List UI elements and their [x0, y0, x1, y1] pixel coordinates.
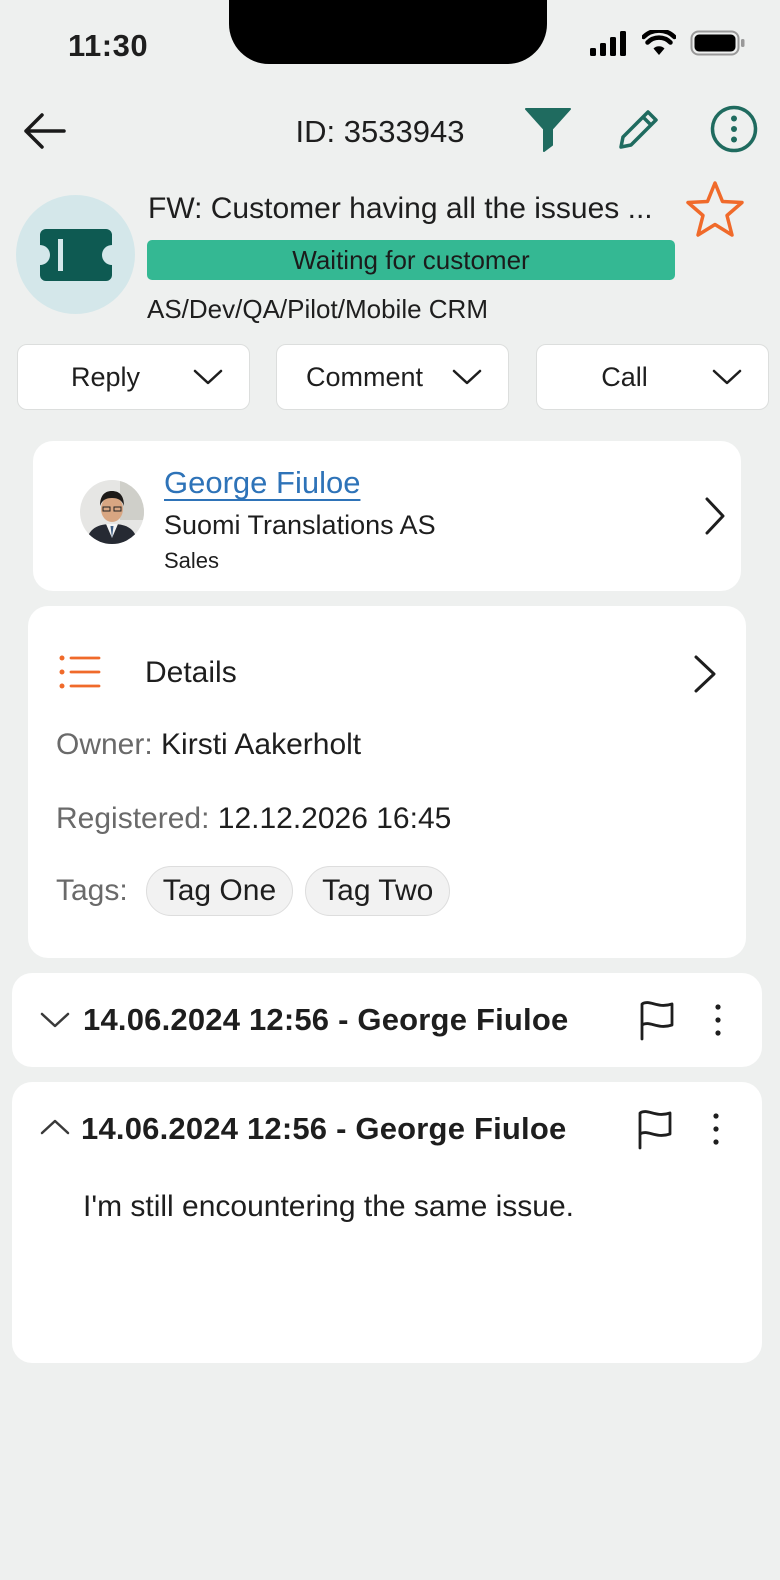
tag-chip[interactable]: Tag One: [145, 866, 294, 916]
filter-icon: [525, 108, 571, 152]
comment-button[interactable]: Comment: [276, 344, 509, 410]
registered-label: Registered:: [56, 802, 210, 835]
comment-button-label: Comment: [305, 361, 424, 392]
star-icon: [686, 181, 744, 237]
list-icon: [59, 655, 101, 689]
kebab-icon[interactable]: [702, 999, 734, 1041]
edit-button[interactable]: [614, 104, 664, 154]
comment-body: I'm still encountering the same issue.: [83, 1190, 574, 1223]
battery-icon: [690, 30, 745, 56]
tags-row: Tags: Tag One Tag Two: [56, 866, 451, 916]
tags-label: Tags:: [56, 874, 128, 907]
edit-pencil-icon: [619, 110, 658, 149]
more-options-icon: [710, 105, 758, 153]
ticket-category: AS/Dev/QA/Pilot/Mobile CRM: [147, 294, 488, 324]
chevron-down-icon: [712, 369, 742, 385]
status-time: 11:30: [68, 28, 149, 63]
chevron-down-icon: [193, 369, 223, 385]
comment-card-collapsed[interactable]: 14.06.2024 12:56 - George Fiuloe: [12, 973, 762, 1067]
status-icons: [590, 30, 746, 56]
cellular-signal-icon: [590, 31, 626, 56]
owner-label: Owner:: [56, 728, 153, 761]
registered-value: 12.12.2026 16:45: [217, 802, 452, 835]
chevron-down-icon[interactable]: [40, 1011, 70, 1029]
details-title: Details: [145, 656, 237, 689]
more-options-button[interactable]: [709, 104, 759, 154]
contact-avatar: [80, 480, 144, 544]
chevron-right-icon: [705, 497, 725, 535]
contact-company: Suomi Translations AS: [164, 510, 436, 540]
flag-icon[interactable]: [636, 999, 678, 1041]
call-button-label: Call: [601, 361, 648, 392]
registered-field: Registered: 12.12.2026 16:45: [56, 802, 451, 836]
chevron-up-icon[interactable]: [40, 1118, 70, 1136]
status-bar: 11:30: [0, 0, 780, 80]
contact-card[interactable]: George Fiuloe Suomi Translations AS Sale…: [33, 441, 741, 591]
reply-button-label: Reply: [70, 361, 141, 392]
kebab-icon[interactable]: [700, 1108, 732, 1150]
person-photo-icon: [80, 480, 144, 544]
call-button[interactable]: Call: [536, 344, 769, 410]
wifi-icon: [642, 30, 676, 55]
status-badge: Waiting for customer: [147, 240, 675, 280]
favorite-button[interactable]: [684, 180, 746, 240]
details-card: Details Owner: Kirsti Aakerholt Register…: [28, 606, 746, 958]
flag-icon[interactable]: [634, 1108, 676, 1150]
contact-department: Sales: [164, 548, 220, 573]
owner-field: Owner: Kirsti Aakerholt: [56, 728, 361, 762]
ticket-avatar: [16, 195, 135, 314]
details-chevron-right-icon[interactable]: [692, 654, 718, 694]
tag-chip[interactable]: Tag Two: [305, 866, 451, 916]
chevron-down-icon: [452, 369, 482, 385]
ticket-title: FW: Customer having all the issues ...: [148, 192, 653, 225]
comment-card-expanded[interactable]: 14.06.2024 12:56 - George Fiuloe I'm sti…: [12, 1082, 762, 1363]
reply-button[interactable]: Reply: [17, 344, 250, 410]
filter-button[interactable]: [523, 104, 573, 154]
owner-value: Kirsti Aakerholt: [161, 728, 362, 761]
comment-header: 14.06.2024 12:56 - George Fiuloe: [83, 1002, 569, 1037]
comment-header: 14.06.2024 12:56 - George Fiuloe: [81, 1111, 567, 1146]
contact-name-link[interactable]: George Fiuloe: [164, 465, 360, 501]
ticket-icon: [39, 228, 112, 281]
top-app-bar: ID: 3533943: [0, 100, 780, 160]
device-notch: [229, 0, 547, 64]
